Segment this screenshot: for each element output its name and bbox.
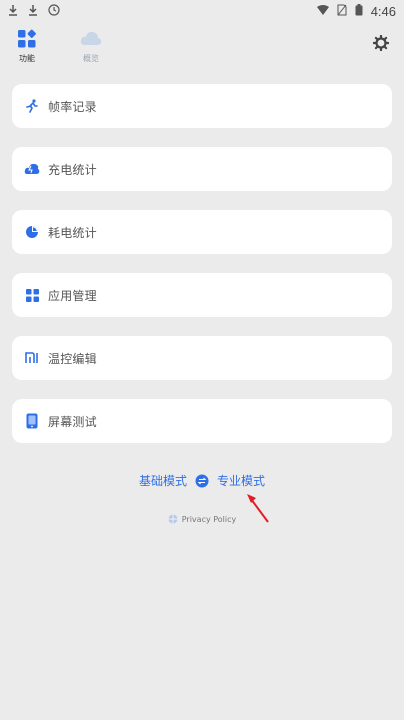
battery-icon [355,3,363,19]
running-icon [24,98,40,114]
privacy-policy-label: Privacy Policy [181,514,237,524]
phone-screen-icon [24,413,40,429]
mi-logo-icon [24,350,40,366]
pro-mode-link[interactable]: 专业模式 [217,472,265,489]
gear-icon [372,34,390,55]
status-right: 4:46 [316,3,396,19]
pie-chart-icon [24,224,40,240]
card-app-manager[interactable]: 应用管理 [12,273,392,317]
card-charging-stats-label: 充电统计 [48,162,97,177]
tab-overview[interactable]: 概览 [74,28,108,64]
clock-icon [48,3,60,19]
wifi-icon [316,4,329,18]
card-charging-stats[interactable]: 充电统计 [12,147,392,191]
card-frame-rate-label: 帧率记录 [48,99,97,114]
card-app-manager-label: 应用管理 [48,288,97,303]
card-power-stats-label: 耗电统计 [48,225,97,240]
tab-overview-label: 概览 [83,54,99,63]
mode-switch-row: 基础模式 专业模式 [0,472,404,489]
tab-function[interactable]: 功能 [10,28,44,64]
download-icon [8,4,18,19]
no-sim-icon [337,4,347,19]
switch-arrows-icon[interactable] [195,474,209,488]
card-frame-rate[interactable]: 帧率记录 [12,84,392,128]
feature-list: 帧率记录 充电统计 耗电统计 应用管理 温控编辑 屏幕测试 [12,84,392,462]
charging-icon [24,161,40,177]
function-grid-icon [16,28,38,50]
app-grid-icon [24,287,40,303]
basic-mode-link[interactable]: 基础模式 [139,472,187,489]
tab-function-label: 功能 [19,54,35,63]
download-icon [28,4,38,19]
privacy-policy-link[interactable]: Privacy Policy [0,514,404,524]
clock-time: 4:46 [370,3,396,19]
card-screen-test[interactable]: 屏幕测试 [12,399,392,443]
card-thermal-edit-label: 温控编辑 [48,351,97,366]
cloud-icon [80,28,102,50]
card-thermal-edit[interactable]: 温控编辑 [12,336,392,380]
status-left [8,3,60,19]
status-bar: 4:46 [0,0,404,22]
top-tabs: 功能 概览 [10,28,108,64]
card-screen-test-label: 屏幕测试 [48,414,97,429]
settings-button[interactable] [372,34,390,55]
globe-icon [168,514,178,524]
card-power-stats[interactable]: 耗电统计 [12,210,392,254]
